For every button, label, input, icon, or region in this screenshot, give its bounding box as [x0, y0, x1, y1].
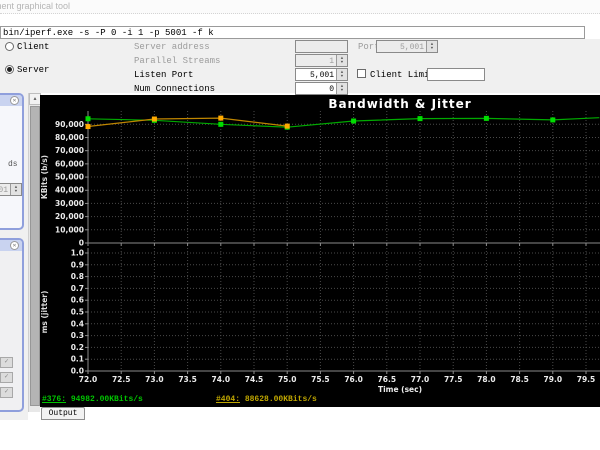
x-tick-label: 78.0 — [477, 375, 496, 384]
x-tick-label: 72.0 — [79, 375, 98, 384]
jitter-tick-label: 0.8 — [71, 272, 84, 281]
jitter-tick-label: 0.6 — [71, 296, 84, 305]
series-marker — [218, 115, 224, 121]
spinner-arrows-icon[interactable]: ▲ ▼ — [336, 55, 347, 66]
options-form: Client Server Server address Parallel St… — [0, 39, 600, 95]
x-tick-label: 77.5 — [444, 375, 463, 384]
series-marker — [151, 116, 157, 122]
x-tick-label: 74.0 — [212, 375, 231, 384]
client-radio-label: Client — [17, 42, 50, 52]
scrollbar-thumb[interactable] — [30, 106, 40, 406]
time-axis-label: Time (sec) — [378, 385, 422, 394]
server-radio-label: Server — [17, 65, 50, 75]
jitter-tick-label: 0.1 — [71, 355, 84, 364]
x-tick-label: 75.5 — [311, 375, 330, 384]
left-panel-column: ✕ ds 01 ▲ ▼ ✕ ✓ ✓ ✓ — [0, 93, 28, 420]
series-marker — [284, 123, 290, 129]
jitter-tick-label: 0.5 — [71, 308, 84, 317]
jitter-tick-label: 0.4 — [71, 319, 84, 328]
client-limit-checkbox[interactable] — [357, 69, 366, 78]
chart-canvas: 72.0 72.5 73.0 73.5 74.0 74.5 75.0 75.5 76.0 76.5… — [40, 97, 600, 394]
x-tick-label: 75.0 — [278, 375, 297, 384]
x-tick-label: 76.5 — [378, 375, 397, 384]
output-tabbar: Output — [40, 407, 600, 420]
bandwidth-tick-label: 50,000 — [55, 173, 84, 182]
bandwidth-tick-label: 40,000 — [55, 186, 84, 195]
checkbox-partial[interactable]: ✓ — [0, 372, 13, 383]
side-panel-1: ✕ ds 01 ▲ ▼ — [0, 93, 24, 230]
bandwidth-tick-label: 10,000 — [55, 225, 84, 234]
checkbox-partial[interactable]: ✓ — [0, 357, 13, 368]
panel-collapse-icon[interactable]: ✕ — [10, 96, 19, 105]
bandwidth-tick-label: 30,000 — [55, 199, 84, 208]
x-tick-label: 77.0 — [411, 375, 430, 384]
series-marker — [218, 121, 224, 127]
series-marker — [417, 116, 423, 122]
num-connections-spinner[interactable]: 0 ▲ ▼ — [295, 82, 348, 95]
bandwidth-jitter-chart: 72.0 72.5 73.0 73.5 74.0 74.5 75.0 75.5 76.0 76.5… — [40, 95, 600, 407]
iperf-command-input[interactable] — [0, 26, 585, 39]
checkbox-partial[interactable]: ✓ — [0, 387, 13, 398]
window-title: ment graphical tool — [0, 1, 71, 11]
x-tick-label: 79.5 — [577, 375, 596, 384]
bandwidth-tick-label: 80,000 — [55, 133, 84, 142]
x-tick-label: 76.0 — [344, 375, 363, 384]
series-marker — [351, 118, 357, 124]
x-tick-label: 72.5 — [112, 375, 131, 384]
vertical-scrollbar[interactable]: ▲ — [28, 93, 41, 412]
bandwidth-tick-label: 0 — [79, 239, 84, 248]
spinner-arrows-icon[interactable]: ▲ ▼ — [426, 41, 437, 52]
listen-port-label: Listen Port — [134, 70, 194, 80]
x-tick-label: 79.0 — [544, 375, 563, 384]
bandwidth-axis-label: KBits (b/s) — [40, 155, 49, 199]
num-connections-label: Num Connections — [134, 84, 216, 94]
side-panel-text: ds — [8, 160, 18, 169]
window-titlebar: ment graphical tool — [0, 0, 600, 14]
bandwidth-tick-label: 20,000 — [55, 212, 84, 221]
jitter-tick-label: 1.0 — [71, 249, 84, 258]
jitter-tick-label: 0.3 — [71, 331, 84, 340]
chart-title: Bandwidth & Jitter — [328, 97, 471, 111]
series-marker — [483, 115, 489, 121]
parallel-streams-spinner[interactable]: 1 ▲ ▼ — [295, 54, 348, 67]
bandwidth-tick-label: 70,000 — [55, 146, 84, 155]
x-tick-label: 73.0 — [145, 375, 164, 384]
legend-item-404[interactable]: #404: 88628.00KBits/s — [216, 395, 317, 404]
x-tick-label: 74.5 — [245, 375, 264, 384]
side-panel-2: ✕ ✓ ✓ ✓ — [0, 238, 24, 412]
bandwidth-tick-label: 60,000 — [55, 159, 84, 168]
client-limit-label: Client Limit — [370, 70, 435, 80]
x-tick-label: 78.5 — [510, 375, 529, 384]
spinner-arrows-icon[interactable]: ▲ ▼ — [336, 69, 347, 80]
spinner-arrows-icon[interactable]: ▲ ▼ — [336, 83, 347, 94]
server-radio[interactable] — [5, 65, 14, 74]
jitter-axis-label: ms (jitter) — [40, 291, 49, 334]
jitter-tick-label: 0.0 — [71, 367, 84, 376]
parallel-streams-label: Parallel Streams — [134, 56, 221, 66]
series-marker — [85, 124, 91, 130]
series-marker — [550, 117, 556, 123]
panel-collapse-icon[interactable]: ✕ — [10, 241, 19, 250]
client-limit-input[interactable] — [427, 68, 485, 81]
spinner-arrows-icon[interactable]: ▲ ▼ — [10, 184, 21, 195]
side-panel-spinner[interactable]: 01 ▲ ▼ — [0, 183, 22, 196]
server-address-label: Server address — [134, 42, 210, 52]
x-tick-label: 73.5 — [178, 375, 197, 384]
tab-output[interactable]: Output — [41, 407, 85, 420]
jitter-tick-label: 0.9 — [71, 260, 84, 269]
bandwidth-tick-label: 90,000 — [55, 120, 84, 129]
app-window: ment graphical tool Client Server Server… — [0, 0, 600, 450]
jitter-tick-label: 0.2 — [71, 343, 84, 352]
port-spinner[interactable]: 5,001 ▲ ▼ — [376, 40, 438, 53]
jitter-tick-label: 0.7 — [71, 284, 84, 293]
server-address-input[interactable] — [295, 40, 348, 53]
client-radio[interactable] — [5, 42, 14, 51]
listen-port-spinner[interactable]: 5,001 ▲ ▼ — [295, 68, 348, 81]
series-marker — [85, 116, 91, 122]
legend-item-376[interactable]: #376: 94982.00KBits/s — [42, 395, 143, 404]
